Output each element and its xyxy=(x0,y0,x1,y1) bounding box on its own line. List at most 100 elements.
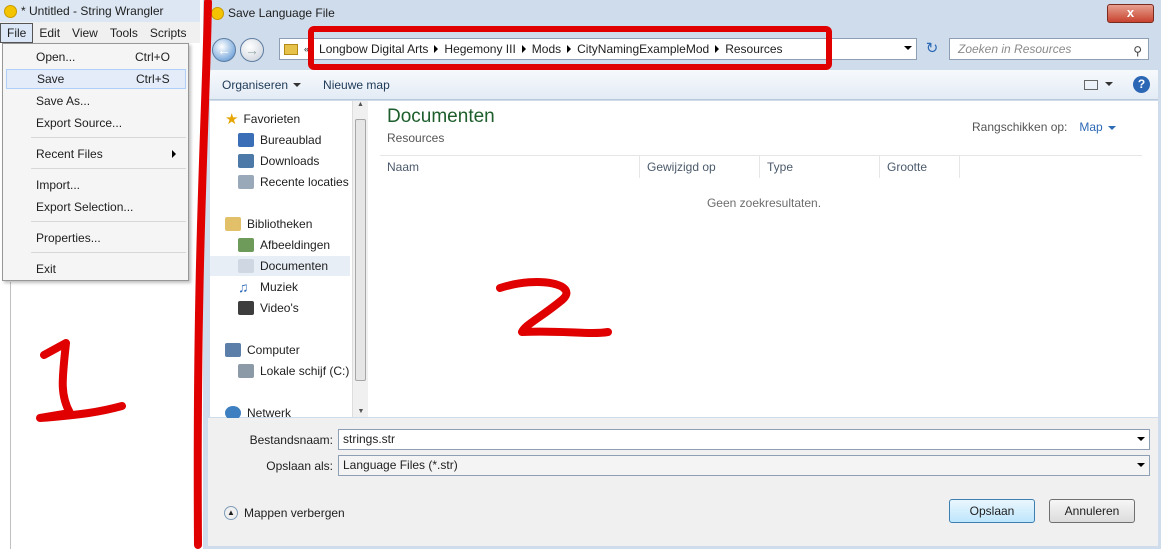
nav-scrollbar[interactable]: ▲ ▼ xyxy=(352,101,368,417)
documents-icon xyxy=(238,259,254,273)
scrollbar-thumb[interactable] xyxy=(355,119,366,381)
menu-item-properties[interactable]: Properties... xyxy=(6,228,186,248)
menu-item-label: Export Selection... xyxy=(36,200,134,214)
view-options-icon[interactable] xyxy=(1084,80,1098,90)
breadcrumb[interactable]: Longbow Digital Arts xyxy=(313,42,439,56)
menu-item-label: Properties... xyxy=(36,231,101,245)
search-placeholder: Zoeken in Resources xyxy=(958,42,1072,56)
nav-pictures[interactable]: Afbeeldingen xyxy=(238,235,330,255)
column-name[interactable]: Naam xyxy=(380,156,640,178)
nav-downloads[interactable]: Downloads xyxy=(238,151,319,171)
breadcrumb-item[interactable]: Mods xyxy=(526,42,567,56)
nav-label: Lokale schijf (C:) xyxy=(260,364,350,378)
breadcrumb[interactable]: Mods xyxy=(526,42,572,56)
close-button[interactable]: x xyxy=(1107,4,1154,23)
search-input[interactable]: Zoeken in Resources ⚲ xyxy=(949,38,1149,60)
chevron-down-icon[interactable] xyxy=(1137,463,1145,467)
column-modified[interactable]: Gewijzigd op xyxy=(640,156,760,178)
nav-computer[interactable]: Computer xyxy=(225,340,300,360)
breadcrumb-item[interactable]: Resources xyxy=(719,42,788,56)
breadcrumb[interactable]: Resources xyxy=(719,42,788,56)
app-title: * Untitled - String Wrangler xyxy=(21,4,164,18)
nav-documents[interactable]: Documenten xyxy=(210,256,350,276)
scroll-up-icon[interactable]: ▲ xyxy=(353,101,368,108)
refresh-icon[interactable]: ↻ xyxy=(921,38,943,60)
back-icon[interactable]: ← xyxy=(212,38,236,62)
breadcrumb-item[interactable]: Hegemony III xyxy=(438,42,521,56)
menu-item-save-as[interactable]: Save As... xyxy=(6,91,186,111)
downloads-icon xyxy=(238,154,254,168)
menu-item-label: Export Source... xyxy=(36,116,123,130)
nav-label: Bibliotheken xyxy=(247,217,313,231)
recent-places-icon xyxy=(238,175,254,189)
address-bar[interactable]: « Longbow Digital Arts Hegemony III Mods… xyxy=(279,38,917,60)
filename-input[interactable]: strings.str xyxy=(338,429,1150,450)
nav-local-disk[interactable]: Lokale schijf (C:) xyxy=(238,361,349,381)
app-titlebar: * Untitled - String Wrangler xyxy=(0,0,200,22)
chevron-down-icon[interactable] xyxy=(1105,82,1113,86)
nav-music[interactable]: ♫ Muziek xyxy=(238,277,298,297)
menu-scripts[interactable]: Scripts xyxy=(144,24,193,42)
music-icon: ♫ xyxy=(238,279,249,295)
menu-separator xyxy=(31,168,186,169)
nav-label: Computer xyxy=(247,343,300,357)
menu-item-import[interactable]: Import... xyxy=(6,175,186,195)
menu-file[interactable]: File xyxy=(0,22,34,43)
menu-item-save[interactable]: Save Ctrl+S xyxy=(6,69,186,89)
menu-item-export-source[interactable]: Export Source... xyxy=(6,113,186,133)
menu-separator xyxy=(31,137,186,138)
menu-item-recent-files[interactable]: Recent Files xyxy=(6,144,186,164)
nav-videos[interactable]: Video's xyxy=(238,298,299,318)
hide-folders-toggle[interactable]: ▲ Mappen verbergen xyxy=(224,506,345,520)
nav-favorites[interactable]: ★ Favorieten xyxy=(225,109,300,129)
new-folder-button[interactable]: Nieuwe map xyxy=(309,78,398,92)
scroll-down-icon[interactable]: ▼ xyxy=(353,408,369,415)
arrange-dropdown[interactable]: Map xyxy=(1079,120,1116,134)
column-type[interactable]: Type xyxy=(760,156,880,178)
nav-label: Recente locaties xyxy=(260,175,349,189)
chevron-left-icon[interactable]: « xyxy=(304,44,309,54)
column-size[interactable]: Grootte xyxy=(880,156,960,178)
nav-recent[interactable]: Recente locaties xyxy=(238,172,349,192)
help-icon[interactable]: ? xyxy=(1133,76,1150,93)
breadcrumb[interactable]: Hegemony III xyxy=(438,42,526,56)
menu-item-exit[interactable]: Exit xyxy=(6,259,186,279)
navigation-pane: ★ Favorieten Bureaublad Downloads Recente… xyxy=(210,101,370,420)
nav-libraries[interactable]: Bibliotheken xyxy=(225,214,312,234)
address-dropdown-icon[interactable] xyxy=(904,46,912,50)
organize-label: Organiseren xyxy=(222,77,289,92)
nav-desktop[interactable]: Bureaublad xyxy=(238,130,321,150)
save-type-select[interactable]: Language Files (*.str) xyxy=(338,455,1150,476)
submenu-arrow-icon xyxy=(172,150,176,158)
arrange-value: Map xyxy=(1079,120,1103,134)
breadcrumb[interactable]: CityNamingExampleMod xyxy=(571,42,720,56)
pictures-icon xyxy=(238,238,254,252)
computer-icon xyxy=(225,343,241,357)
menu-view[interactable]: View xyxy=(66,24,104,42)
dialog-icon xyxy=(211,6,224,20)
menu-edit[interactable]: Edit xyxy=(33,24,66,42)
menu-tools[interactable]: Tools xyxy=(104,24,144,42)
nav-label: Afbeeldingen xyxy=(260,238,331,252)
file-list-pane: Documenten Resources Rangschikken op: Map… xyxy=(370,101,1158,417)
save-button[interactable]: Opslaan xyxy=(949,499,1035,523)
navigation-bar: ← → « Longbow Digital Arts Hegemony III … xyxy=(203,34,1161,66)
menu-item-label: Open... xyxy=(36,50,76,64)
chevron-down-icon[interactable] xyxy=(1137,437,1145,441)
menu-item-open[interactable]: Open... Ctrl+O xyxy=(6,47,186,67)
library-icon xyxy=(225,217,241,231)
chevron-down-icon xyxy=(293,83,302,88)
search-icon[interactable]: ⚲ xyxy=(1133,41,1142,61)
forward-icon[interactable]: → xyxy=(240,38,264,62)
breadcrumb-item[interactable]: CityNamingExampleMod xyxy=(571,42,715,56)
cancel-button[interactable]: Annuleren xyxy=(1049,499,1135,523)
breadcrumb-item[interactable]: Longbow Digital Arts xyxy=(313,42,434,56)
video-icon xyxy=(238,301,254,315)
menu-item-export-selection[interactable]: Export Selection... xyxy=(6,197,186,217)
organize-button[interactable]: Organiseren xyxy=(208,78,309,92)
desktop-icon xyxy=(238,133,254,147)
save-dialog: Save Language File x ← → « Longbow Digit… xyxy=(203,0,1161,549)
menu-item-shortcut: Ctrl+O xyxy=(135,50,171,64)
library-subtitle: Resources xyxy=(387,131,445,145)
menu-item-label: Exit xyxy=(36,262,57,276)
